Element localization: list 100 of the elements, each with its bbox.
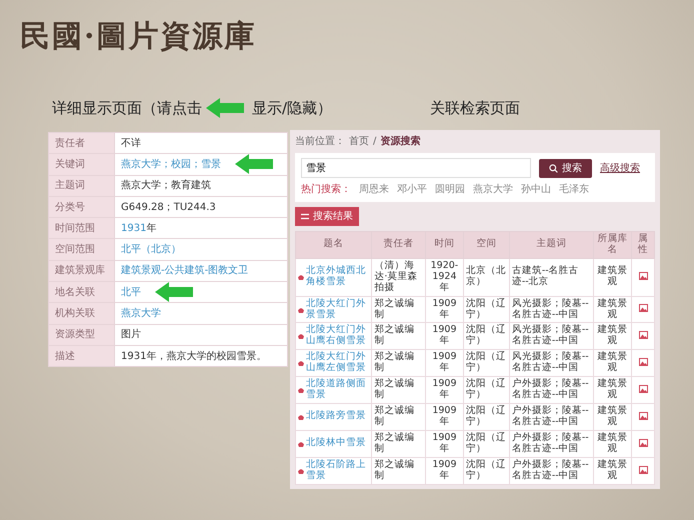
- table-cell: 1909年: [432, 432, 457, 454]
- table-cell: 1909年: [432, 324, 457, 346]
- field-label: 分类号: [55, 202, 85, 213]
- hot-search-link[interactable]: 燕京大学: [473, 182, 513, 197]
- field-label: 描述: [55, 350, 75, 362]
- table-cell: 建筑景观: [597, 378, 628, 400]
- table-cell: 郑之诚编制: [374, 458, 414, 481]
- field-value: G649.28；TU244.3: [121, 202, 216, 213]
- caption-text: 显示/隐藏）: [252, 98, 332, 119]
- image-icon[interactable]: [638, 331, 648, 340]
- image-icon[interactable]: [638, 358, 648, 366]
- field-value: 1931年，燕京大学的校园雪景。: [121, 350, 266, 362]
- table-cell: （清）海达·莫里森拍摄: [374, 260, 418, 293]
- table-cell: 建筑景观: [597, 351, 628, 374]
- table-cell: 建筑景观: [597, 298, 628, 320]
- breadcrumb-label: 当前位置：: [295, 134, 345, 149]
- field-label: 资源类型: [55, 329, 95, 340]
- table-cell: 1909年: [432, 351, 457, 374]
- value-link[interactable]: 北平: [121, 286, 141, 298]
- table-cell: 郑之诚编制: [374, 432, 414, 454]
- page-title: 民國·圖片資源庫: [19, 18, 258, 52]
- image-icon[interactable]: [638, 304, 648, 312]
- table-cell: 古建筑--名胜古迹--北京: [512, 265, 579, 288]
- field-label: 关键词: [55, 158, 85, 170]
- table-cell: 1920-1924年: [430, 260, 458, 293]
- field-label: 建筑景观库: [55, 265, 105, 276]
- value-link[interactable]: 燕京大学: [121, 308, 161, 320]
- caption-text: 详细显示页面（请点击: [52, 98, 202, 119]
- field-label: 地名关联: [55, 286, 95, 298]
- table-cell: 风光摄影；陵墓--名胜古迹--中国: [512, 324, 589, 346]
- hot-search-link[interactable]: 邓小平: [397, 182, 427, 197]
- value-link[interactable]: 北平（北京）: [121, 244, 181, 256]
- table-cell: 建筑景观: [597, 432, 628, 454]
- image-icon[interactable]: [638, 272, 648, 280]
- hot-search-link[interactable]: 周恩来: [359, 182, 389, 197]
- breadcrumb-item[interactable]: 资源搜索: [380, 134, 420, 149]
- column-header: 主题词: [536, 238, 566, 250]
- table-cell: 郑之诚编制: [374, 298, 414, 320]
- list-icon: [301, 213, 309, 220]
- table-cell: 郑之诚编制: [374, 378, 414, 400]
- field-label: 责任者: [55, 138, 85, 149]
- caption-text: 关联检索页面: [430, 98, 520, 119]
- table-cell: 户外摄影；陵墓--名胜古迹--中国: [512, 378, 589, 400]
- table-cell: 郑之诚编制: [374, 404, 414, 427]
- column-header: 所属库名: [597, 233, 628, 255]
- image-icon[interactable]: [638, 412, 648, 420]
- hot-search-link[interactable]: 孙中山: [521, 182, 551, 197]
- breadcrumb-item[interactable]: 首页: [349, 134, 369, 149]
- image-icon[interactable]: [638, 438, 648, 447]
- table-cell: 1909年: [432, 458, 457, 481]
- arrow-icon: [155, 282, 193, 302]
- field-value: 不详: [121, 138, 141, 149]
- table-cell: 建筑景观: [597, 404, 628, 427]
- table-cell: 户外摄影；陵墓--名胜古迹--中国: [512, 404, 589, 427]
- table-cell: 郑之诚编制: [374, 351, 414, 374]
- table-cell: 沈阳（辽宁）: [466, 324, 506, 346]
- field-value: 燕京大学；教育建筑: [121, 180, 211, 192]
- table-cell: 1909年: [432, 298, 457, 320]
- table-cell: 1909年: [432, 378, 457, 400]
- table-cell: 沈阳（辽宁）: [466, 378, 506, 400]
- hot-search-link[interactable]: 圆明园: [435, 182, 465, 197]
- table-cell: 建筑景观: [597, 458, 628, 481]
- breadcrumb-separator: /: [373, 135, 376, 149]
- column-header: 题名: [324, 238, 344, 250]
- field-value: 年: [146, 222, 156, 234]
- image-icon[interactable]: [638, 466, 648, 474]
- field-value: 图片: [121, 329, 141, 340]
- column-header: 属性: [638, 233, 648, 255]
- table-cell: 1909年: [432, 404, 457, 427]
- table-cell: 风光摄影；陵墓--名胜古迹--中国: [512, 351, 589, 374]
- column-header: 时间: [434, 238, 454, 250]
- table-cell: 风光摄影；陵墓--名胜古迹--中国: [512, 298, 589, 320]
- hot-search-link[interactable]: 毛泽东: [559, 182, 589, 197]
- search-button[interactable]: 搜索: [539, 158, 592, 178]
- search-field[interactable]: 雪景: [301, 158, 531, 178]
- value-link[interactable]: 1931: [121, 222, 146, 234]
- table-cell: 建筑景观: [597, 265, 628, 288]
- advanced-search-link[interactable]: 高级搜索: [600, 160, 640, 176]
- table-cell: 沈阳（辽宁）: [466, 351, 506, 374]
- field-label: 空间范围: [55, 244, 95, 256]
- field-label: 机构关联: [55, 308, 95, 320]
- column-header: 责任者: [384, 238, 414, 250]
- hot-search-label: 热门搜索：: [301, 182, 351, 197]
- field-label: 时间范围: [55, 222, 95, 234]
- table-cell: 沈阳（辽宁）: [466, 404, 506, 427]
- table-cell: 户外摄影；陵墓--名胜古迹--中国: [512, 432, 589, 454]
- results-button[interactable]: 搜索结果: [295, 207, 359, 226]
- table-cell: 建筑景观: [597, 324, 628, 346]
- column-header: 空间: [476, 238, 496, 250]
- image-icon[interactable]: [638, 384, 648, 393]
- table-cell: 户外摄影；陵墓--名胜古迹--中国: [512, 458, 589, 481]
- arrow-icon: [235, 154, 273, 174]
- table-cell: 沈阳（辽宁）: [466, 298, 506, 320]
- search-icon: [549, 164, 558, 172]
- field-label: 主题词: [55, 180, 85, 192]
- table-cell: 沈阳（辽宁）: [466, 458, 506, 481]
- table-cell: 沈阳（辽宁）: [466, 432, 506, 454]
- table-cell: 北京（北京）: [466, 265, 506, 288]
- table-cell: 郑之诚编制: [374, 324, 414, 346]
- arrow-icon: [206, 98, 244, 118]
